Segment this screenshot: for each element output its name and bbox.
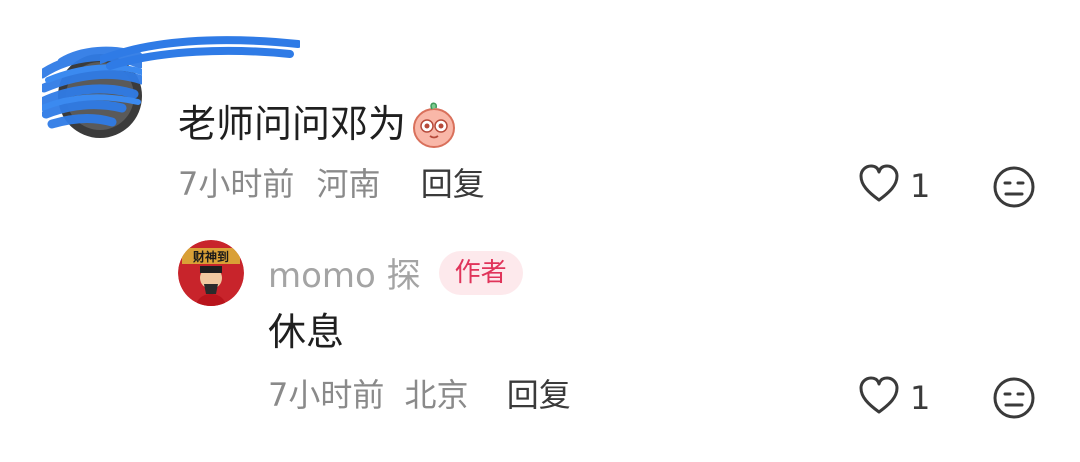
neutral-face-icon <box>992 377 1036 424</box>
comment-time: 7小时前 <box>178 165 295 203</box>
reply-reply-button[interactable]: 回复 <box>507 376 571 414</box>
comment-body: 老师问问邓为 <box>178 102 407 146</box>
svg-text:财神到: 财神到 <box>192 249 229 264</box>
reply-time: 7小时前 <box>268 376 385 414</box>
reply-body: 休息 <box>268 310 345 354</box>
reply-location: 北京 <box>404 376 469 414</box>
reply-header: momo 探 作者 <box>268 248 523 297</box>
author-badge: 作者 <box>438 250 523 295</box>
reply-username[interactable]: momo 探 <box>268 248 421 297</box>
reply-dislike-button[interactable] <box>992 376 1036 420</box>
peach-face-emoji-icon <box>408 98 460 150</box>
heart-icon <box>858 376 900 420</box>
like-count: 1 <box>910 167 931 205</box>
like-button[interactable]: 1 <box>858 164 930 208</box>
neutral-face-icon <box>992 166 1036 213</box>
reply-avatar[interactable]: 财神到 <box>178 240 244 306</box>
reply-meta: 7小时前 北京 回复 <box>268 373 571 417</box>
heart-icon <box>858 164 900 208</box>
comment-text: 老师问问邓为 <box>178 98 460 150</box>
comment-location: 河南 <box>316 165 381 203</box>
dislike-button[interactable] <box>992 165 1036 209</box>
scribble-overlay <box>96 30 302 70</box>
comment-meta: 7小时前 河南 回复 <box>178 162 497 206</box>
reply-like-count: 1 <box>910 379 931 417</box>
reply-button[interactable]: 回复 <box>421 165 485 203</box>
reply-like-button[interactable]: 1 <box>858 376 930 420</box>
